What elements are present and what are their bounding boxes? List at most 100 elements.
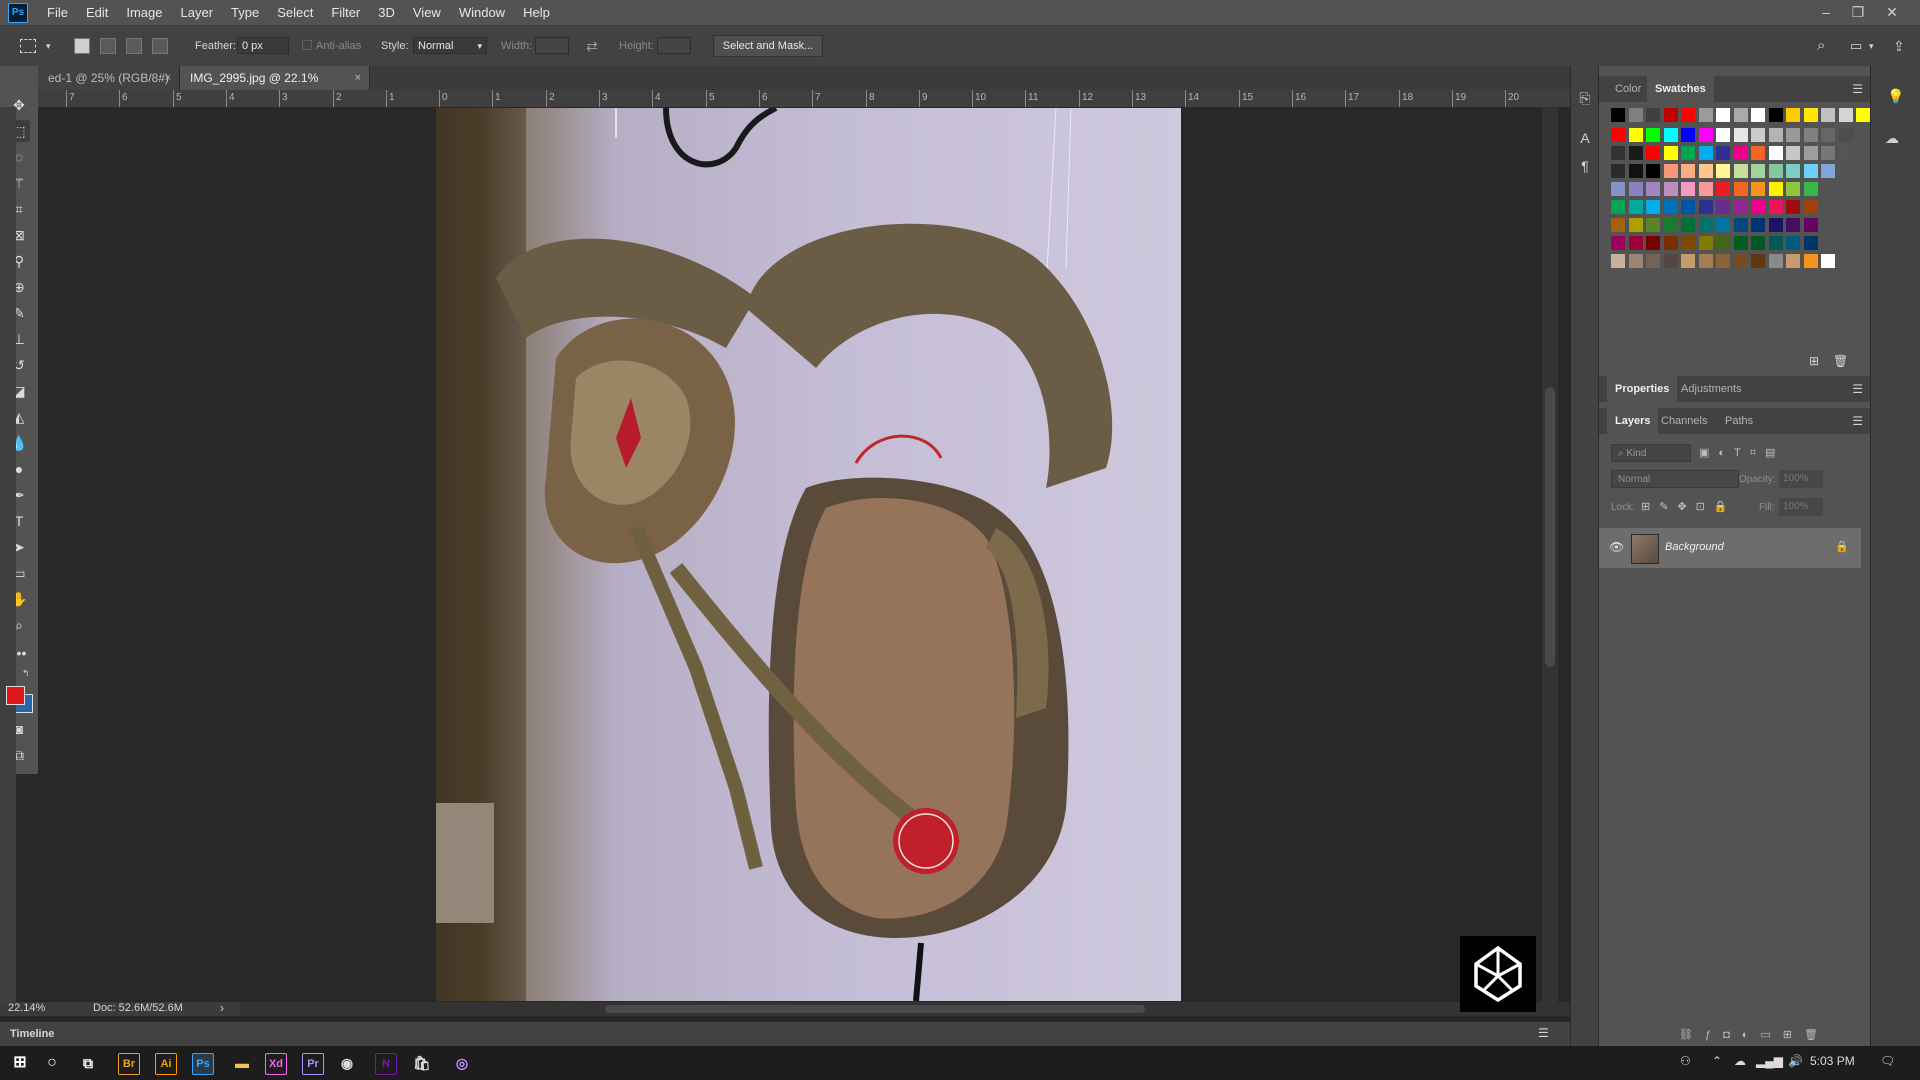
tab-adjustments[interactable]: Adjustments bbox=[1673, 376, 1750, 402]
timeline-label[interactable]: Timeline bbox=[10, 1028, 54, 1040]
file-explorer-icon[interactable]: ▬ bbox=[232, 1053, 252, 1073]
new-selection-icon[interactable] bbox=[74, 38, 90, 54]
color-swatch[interactable] bbox=[1664, 164, 1678, 178]
color-swatch[interactable] bbox=[1629, 200, 1643, 214]
color-swatch[interactable] bbox=[1664, 108, 1678, 122]
menu-type[interactable]: Type bbox=[222, 0, 268, 25]
color-swatch[interactable] bbox=[1699, 236, 1713, 250]
menu-help[interactable]: Help bbox=[514, 0, 559, 25]
color-swatch[interactable] bbox=[1786, 164, 1800, 178]
color-swatch[interactable] bbox=[1751, 200, 1765, 214]
color-swatch[interactable] bbox=[1751, 236, 1765, 250]
color-swatch[interactable] bbox=[1699, 164, 1713, 178]
color-swatch[interactable] bbox=[1786, 218, 1800, 232]
color-swatch[interactable] bbox=[1664, 200, 1678, 214]
layer-actions-bar[interactable]: ⛓ƒ◘◐▭⊞🗑 bbox=[1679, 1028, 1830, 1041]
new-swatch-icon[interactable]: ⊞ bbox=[1809, 354, 1819, 368]
panel-menu-icon[interactable]: ☰ bbox=[1852, 382, 1863, 396]
color-swatch[interactable] bbox=[1699, 254, 1713, 268]
close-window-button[interactable]: ✕ bbox=[1878, 0, 1906, 25]
taskbar-app-br-icon[interactable]: Br bbox=[118, 1053, 140, 1075]
menu-image[interactable]: Image bbox=[117, 0, 171, 25]
color-swatch[interactable] bbox=[1769, 218, 1783, 232]
color-swatch[interactable] bbox=[1664, 254, 1678, 268]
color-swatch[interactable] bbox=[1734, 218, 1748, 232]
menu-file[interactable]: File bbox=[38, 0, 77, 25]
color-swatch[interactable] bbox=[1751, 254, 1765, 268]
height-input[interactable] bbox=[657, 37, 691, 54]
tab-swatches[interactable]: Swatches bbox=[1647, 76, 1714, 102]
add-selection-icon[interactable] bbox=[100, 38, 116, 54]
store-icon[interactable]: 🛍 bbox=[412, 1053, 432, 1073]
color-swatch[interactable] bbox=[1821, 108, 1835, 122]
paragraph-icon[interactable]: ¶ bbox=[1577, 158, 1593, 174]
opacity-input[interactable]: 100% bbox=[1779, 470, 1823, 488]
color-swatch[interactable] bbox=[1681, 236, 1695, 250]
color-swatch[interactable] bbox=[1699, 128, 1713, 142]
color-swatch[interactable] bbox=[1716, 146, 1730, 160]
color-swatch[interactable] bbox=[1769, 182, 1783, 196]
color-swatch[interactable] bbox=[1769, 254, 1783, 268]
color-swatch[interactable] bbox=[1839, 146, 1853, 160]
color-swatch[interactable] bbox=[1646, 218, 1660, 232]
libraries-icon[interactable]: ☁ bbox=[1885, 130, 1899, 147]
color-swatch[interactable] bbox=[1804, 218, 1818, 232]
color-swatch[interactable] bbox=[1821, 254, 1835, 268]
color-swatch[interactable] bbox=[1629, 182, 1643, 196]
layer-row-background[interactable]: 👁 Background 🔒 bbox=[1599, 528, 1861, 568]
color-swatch[interactable] bbox=[1629, 108, 1643, 122]
workspace-icon[interactable]: ▭ bbox=[1850, 36, 1862, 56]
color-swatch[interactable] bbox=[1646, 254, 1660, 268]
foreground-color-swatch[interactable] bbox=[6, 686, 25, 705]
network-icon[interactable]: ▂▄▆ bbox=[1756, 1054, 1783, 1068]
tab-channels[interactable]: Channels bbox=[1653, 408, 1715, 434]
panel-menu-icon[interactable]: ☰ bbox=[1538, 1026, 1549, 1040]
color-swatch[interactable] bbox=[1716, 200, 1730, 214]
menu-filter[interactable]: Filter bbox=[322, 0, 369, 25]
menu-layer[interactable]: Layer bbox=[172, 0, 223, 25]
panel-menu-icon[interactable]: ☰ bbox=[1852, 414, 1863, 428]
swap-colors-icon[interactable]: ↰ bbox=[22, 668, 30, 679]
color-swatch[interactable] bbox=[1646, 108, 1660, 122]
tab-layers[interactable]: Layers bbox=[1607, 408, 1659, 434]
status-menu-arrow[interactable]: › bbox=[220, 1001, 224, 1015]
menu-3d[interactable]: 3D bbox=[369, 0, 404, 25]
feather-input[interactable]: 0 px bbox=[237, 37, 289, 54]
color-swatch[interactable] bbox=[1611, 108, 1625, 122]
color-swatch[interactable] bbox=[1751, 146, 1765, 160]
color-swatch[interactable] bbox=[1821, 128, 1835, 142]
scrollbar-thumb[interactable] bbox=[1545, 387, 1555, 667]
color-swatch[interactable] bbox=[1664, 218, 1678, 232]
color-swatch[interactable] bbox=[1804, 108, 1818, 122]
panel-menu-icon[interactable]: ☰ bbox=[1852, 82, 1863, 96]
color-swatch[interactable] bbox=[1751, 108, 1765, 122]
vertical-scrollbar[interactable] bbox=[1542, 107, 1558, 1002]
color-swatch[interactable] bbox=[1646, 128, 1660, 142]
color-swatch[interactable] bbox=[1611, 254, 1625, 268]
color-swatch[interactable] bbox=[1646, 236, 1660, 250]
color-swatch[interactable] bbox=[1716, 164, 1730, 178]
restore-button[interactable]: ❐ bbox=[1844, 0, 1872, 25]
color-swatch[interactable] bbox=[1629, 146, 1643, 160]
chevron-down-icon[interactable]: ▾ bbox=[46, 36, 51, 56]
color-swatch[interactable] bbox=[1611, 236, 1625, 250]
color-swatch[interactable] bbox=[1611, 146, 1625, 160]
fill-input[interactable]: 100% bbox=[1779, 498, 1823, 516]
taskbar-app-ps-icon[interactable]: Ps bbox=[192, 1053, 214, 1075]
color-swatch[interactable] bbox=[1804, 254, 1818, 268]
tab-properties[interactable]: Properties bbox=[1607, 376, 1678, 402]
anti-alias-checkbox[interactable] bbox=[302, 40, 312, 50]
tab-color[interactable]: Color bbox=[1607, 76, 1649, 102]
color-swatch[interactable] bbox=[1611, 182, 1625, 196]
taskbar-app-pr-icon[interactable]: Pr bbox=[302, 1053, 324, 1075]
color-swatch[interactable] bbox=[1716, 108, 1730, 122]
color-swatch[interactable] bbox=[1611, 164, 1625, 178]
windows-start-icon[interactable]: ⊞ bbox=[10, 1053, 30, 1073]
color-swatch[interactable] bbox=[1734, 128, 1748, 142]
lock-icons[interactable]: ⊞✎✥⊡🔒 bbox=[1641, 500, 1737, 513]
color-swatch[interactable] bbox=[1751, 218, 1765, 232]
color-swatch[interactable] bbox=[1716, 254, 1730, 268]
color-swatch[interactable] bbox=[1804, 236, 1818, 250]
color-swatch[interactable] bbox=[1716, 182, 1730, 196]
color-swatch[interactable] bbox=[1804, 182, 1818, 196]
